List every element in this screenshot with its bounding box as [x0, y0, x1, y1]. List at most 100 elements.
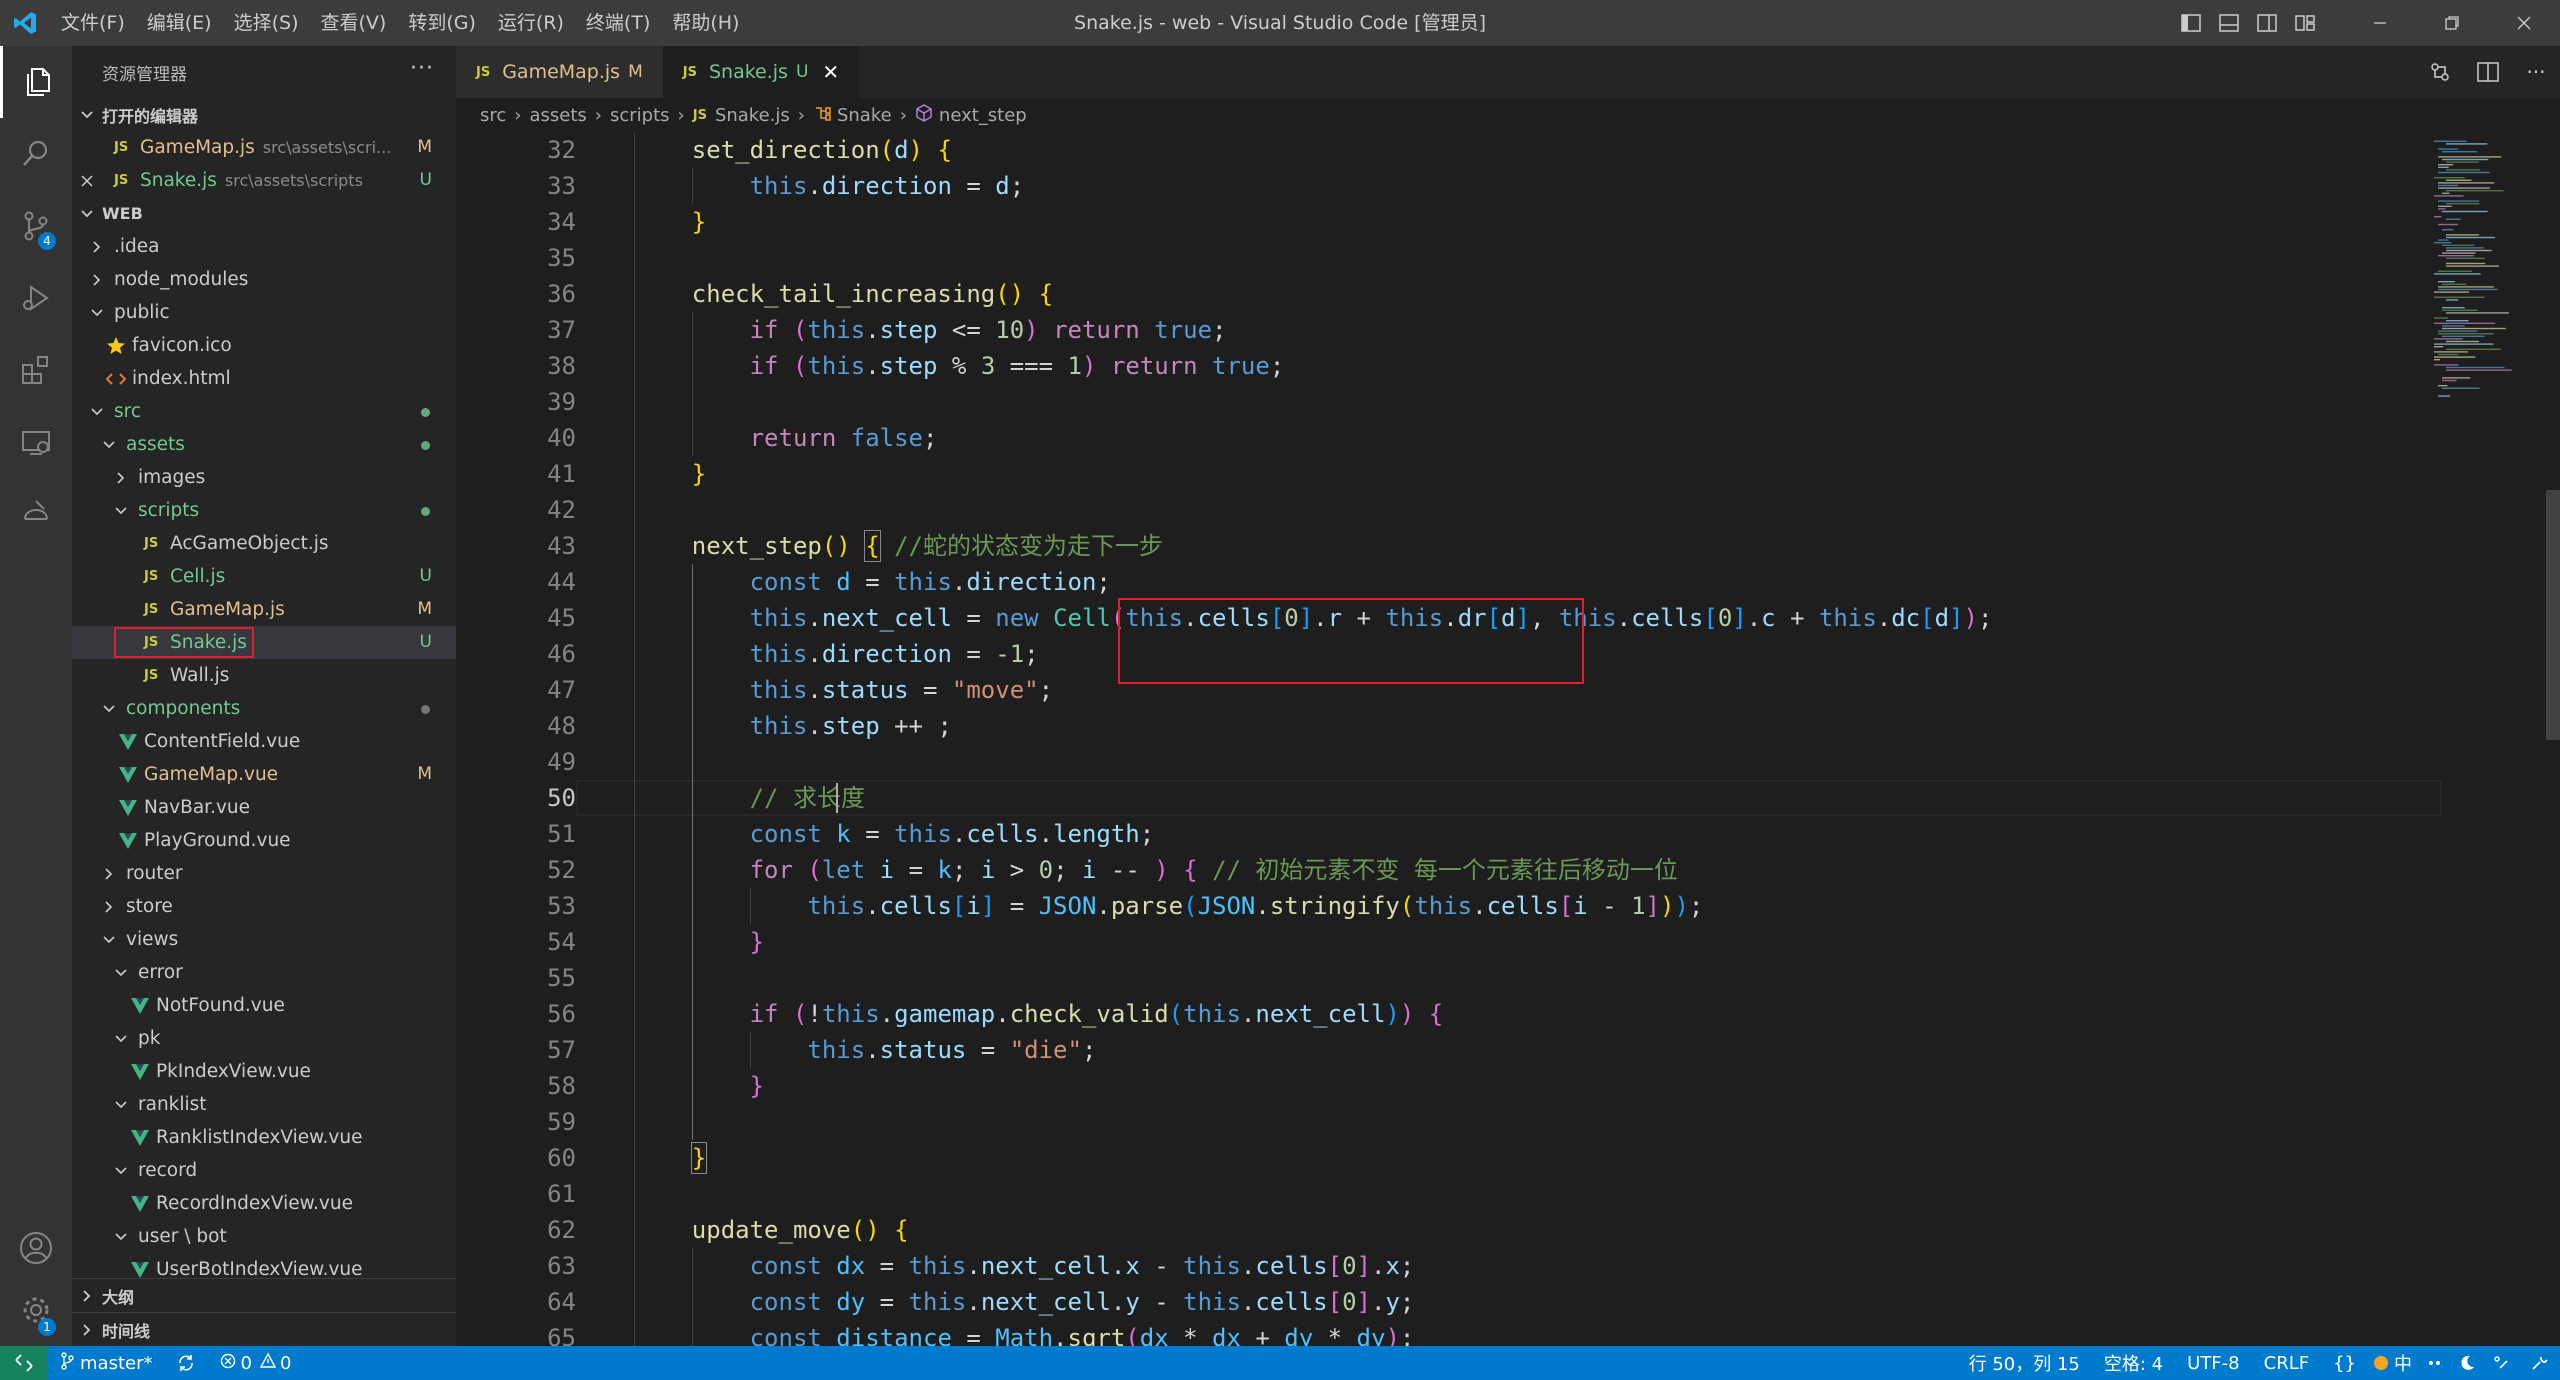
- menu-item[interactable]: 编辑(E): [136, 0, 223, 46]
- indentation[interactable]: 空格: 4: [2092, 1346, 2175, 1380]
- menu-item[interactable]: 运行(R): [487, 0, 575, 46]
- menu-item[interactable]: 查看(V): [310, 0, 398, 46]
- extensions-icon[interactable]: [0, 334, 72, 406]
- file-item[interactable]: NotFound.vue: [72, 989, 456, 1022]
- open-changes-icon[interactable]: [2416, 61, 2464, 83]
- minimize-icon[interactable]: [2344, 0, 2416, 46]
- toggle-secondary-sidebar-icon[interactable]: [2248, 0, 2286, 46]
- end-of-line[interactable]: CRLF: [2252, 1346, 2321, 1380]
- close-editor-icon[interactable]: [72, 174, 102, 187]
- file-item[interactable]: JS Snake.js U: [72, 626, 456, 659]
- settings-gear-icon[interactable]: 1: [0, 1274, 72, 1346]
- breadcrumb-src[interactable]: src: [480, 105, 506, 126]
- folder-item[interactable]: ranklist: [72, 1088, 456, 1121]
- more-actions-icon[interactable]: ···: [410, 56, 434, 81]
- menu-item[interactable]: 转到(G): [397, 0, 487, 46]
- file-item[interactable]: PlayGround.vue: [72, 824, 456, 857]
- open-editor-item[interactable]: JS GameMap.js src\assets\scri... M: [72, 131, 456, 164]
- branch-status[interactable]: master*: [48, 1346, 164, 1380]
- language-mode[interactable]: {}: [2321, 1346, 2368, 1380]
- tab-snake-js[interactable]: JS Snake.js U ✕: [662, 46, 860, 98]
- restore-icon[interactable]: [2416, 0, 2488, 46]
- outline-section[interactable]: 大纲: [72, 1279, 456, 1312]
- file-item[interactable]: favicon.ico: [72, 329, 456, 362]
- file-item[interactable]: JS AcGameObject.js: [72, 527, 456, 560]
- sync-icon[interactable]: [164, 1346, 208, 1380]
- split-editor-icon[interactable]: [2464, 62, 2512, 82]
- file-item[interactable]: ContentField.vue: [72, 725, 456, 758]
- remote-indicator-icon[interactable]: [0, 1346, 48, 1380]
- encoding[interactable]: UTF-8: [2175, 1346, 2251, 1380]
- code-token: =: [908, 676, 952, 704]
- menu-item[interactable]: 终端(T): [575, 0, 661, 46]
- search-icon[interactable]: [0, 118, 72, 190]
- ime-status[interactable]: 中: [2368, 1346, 2418, 1380]
- folder-item[interactable]: public: [72, 296, 456, 329]
- menu-item[interactable]: 文件(F): [50, 0, 136, 46]
- git-graph-icon[interactable]: [0, 478, 72, 550]
- explorer-icon[interactable]: [0, 46, 72, 118]
- scrollbar-thumb[interactable]: [2546, 490, 2560, 740]
- ime-options-icon[interactable]: [2484, 1346, 2518, 1380]
- chevron-down-icon: [110, 506, 132, 516]
- toggle-panel-icon[interactable]: [2210, 0, 2248, 46]
- file-item[interactable]: index.html: [72, 362, 456, 395]
- cursor-position[interactable]: 行 50，列 15: [1957, 1346, 2092, 1380]
- breadcrumb-class[interactable]: Snake: [837, 105, 892, 126]
- file-item[interactable]: GameMap.vue M: [72, 758, 456, 791]
- line-number-text: 47: [547, 676, 576, 704]
- remote-explorer-icon[interactable]: [0, 406, 72, 478]
- folder-item[interactable]: user \ bot: [72, 1220, 456, 1253]
- code-token: (: [807, 856, 822, 884]
- file-item[interactable]: JS Wall.js: [72, 659, 456, 692]
- menu-item[interactable]: 帮助(H): [661, 0, 750, 46]
- folder-item[interactable]: assets: [72, 428, 456, 461]
- vertical-scrollbar[interactable]: [2546, 132, 2560, 1346]
- run-debug-icon[interactable]: [0, 262, 72, 334]
- folder-item[interactable]: scripts: [72, 494, 456, 527]
- moon-icon[interactable]: [2450, 1346, 2484, 1380]
- workspace-section[interactable]: WEB: [72, 197, 456, 230]
- folder-item[interactable]: views: [72, 923, 456, 956]
- customize-layout-icon[interactable]: [2286, 0, 2324, 46]
- menu-item[interactable]: 选择(S): [223, 0, 310, 46]
- tab-gamemap-js[interactable]: JS GameMap.js M: [456, 46, 663, 98]
- folder-item[interactable]: images: [72, 461, 456, 494]
- tools-icon[interactable]: [2518, 1346, 2560, 1380]
- folder-item[interactable]: error: [72, 956, 456, 989]
- folder-item[interactable]: .idea: [72, 230, 456, 263]
- open-editors-section[interactable]: 打开的编辑器: [72, 98, 456, 131]
- more-actions-icon[interactable]: ···: [2512, 60, 2560, 84]
- folder-item[interactable]: src: [72, 395, 456, 428]
- problems-status[interactable]: 0 0: [208, 1346, 303, 1380]
- breadcrumb-assets[interactable]: assets: [529, 105, 586, 126]
- folder-item[interactable]: node_modules: [72, 263, 456, 296]
- toggle-primary-sidebar-icon[interactable]: [2172, 0, 2210, 46]
- folder-item[interactable]: store: [72, 890, 456, 923]
- folder-item[interactable]: pk: [72, 1022, 456, 1055]
- code-token: JSON: [1197, 892, 1256, 920]
- file-item[interactable]: RecordIndexView.vue: [72, 1187, 456, 1220]
- breadcrumb-file[interactable]: Snake.js: [715, 105, 790, 126]
- minimap[interactable]: [2426, 132, 2546, 1346]
- folder-item[interactable]: router: [72, 857, 456, 890]
- folder-item[interactable]: components: [72, 692, 456, 725]
- breadcrumb-scripts[interactable]: scripts: [610, 105, 670, 126]
- code-editor[interactable]: 32 33 34 35 36 37 38 39 40 41 42 43 44 45 46 47 48 49 50 51…: [456, 132, 2560, 1346]
- file-item[interactable]: PkIndexView.vue: [72, 1055, 456, 1088]
- timeline-section[interactable]: 时间线: [72, 1313, 456, 1346]
- punctuation-icon[interactable]: [2418, 1346, 2450, 1380]
- code-token: c: [1761, 604, 1776, 632]
- folder-item[interactable]: record: [72, 1154, 456, 1187]
- file-item[interactable]: NavBar.vue: [72, 791, 456, 824]
- file-item[interactable]: JS GameMap.js M: [72, 593, 456, 626]
- file-item[interactable]: RanklistIndexView.vue: [72, 1121, 456, 1154]
- close-tab-icon[interactable]: ✕: [822, 60, 839, 84]
- breadcrumb-method[interactable]: next_step: [939, 105, 1027, 126]
- code-area[interactable]: set_direction(d) { this.direction = d; }…: [634, 132, 2434, 1346]
- close-window-icon[interactable]: [2488, 0, 2560, 46]
- file-item[interactable]: JS Cell.js U: [72, 560, 456, 593]
- open-editor-item[interactable]: JS Snake.js src\assets\scripts U: [72, 164, 456, 197]
- source-control-icon[interactable]: 4: [0, 190, 72, 262]
